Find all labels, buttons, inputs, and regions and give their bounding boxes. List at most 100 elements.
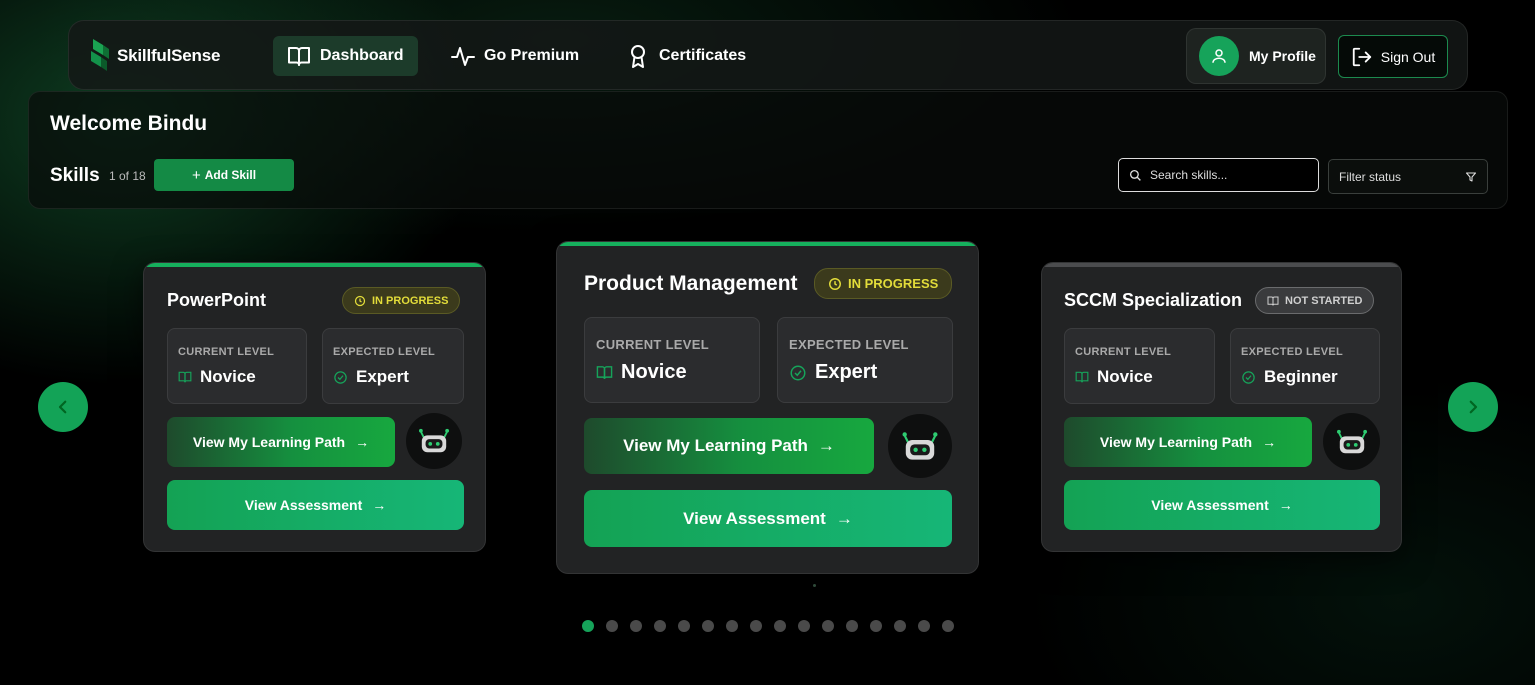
view-learning-path-label: View My Learning Path	[623, 436, 808, 455]
search-input[interactable]: Search skills...	[1118, 158, 1319, 192]
pagination-dot[interactable]	[702, 620, 714, 632]
nav-go-premium[interactable]: Go Premium	[437, 36, 593, 76]
expected-level-value: Expert	[333, 367, 409, 387]
card-accent-bar	[1042, 263, 1401, 267]
filter-status-label: Filter status	[1339, 169, 1402, 184]
my-profile-label: My Profile	[1249, 48, 1316, 64]
view-learning-path-label: View My Learning Path	[192, 434, 346, 450]
pagination-dot[interactable]	[630, 620, 642, 632]
expected-level-text: Expert	[356, 367, 409, 386]
pagination-dot[interactable]	[678, 620, 690, 632]
ai-assistant-button[interactable]	[406, 413, 462, 469]
nav-dashboard[interactable]: Dashboard	[273, 36, 418, 76]
filter-status-select[interactable]: Filter status	[1328, 159, 1488, 194]
check-circle-icon	[334, 370, 347, 384]
view-learning-path-label: View My Learning Path	[1099, 434, 1253, 450]
arrow-right-icon: →	[1278, 497, 1293, 513]
carousel-next-button[interactable]	[1448, 382, 1498, 432]
pagination-dot[interactable]	[750, 620, 762, 632]
view-assessment-button[interactable]: View Assessment →	[1064, 480, 1380, 530]
arrow-right-icon: →	[372, 497, 387, 513]
current-level-text: Novice	[1097, 367, 1153, 386]
award-icon	[631, 45, 645, 68]
book-icon	[1267, 296, 1279, 306]
add-skill-button[interactable]: + Add Skill	[154, 159, 294, 191]
my-profile-button[interactable]: My Profile	[1186, 28, 1326, 84]
arrow-right-icon: →	[355, 434, 370, 450]
expected-level-label: EXPECTED LEVEL	[789, 337, 909, 352]
check-circle-icon	[790, 365, 806, 380]
carousel-pagination	[582, 620, 954, 632]
pagination-dot[interactable]	[942, 620, 954, 632]
skills-count: 1 of 18	[109, 169, 146, 183]
logo-icon	[91, 39, 109, 71]
view-assessment-label: View Assessment	[1151, 497, 1269, 513]
expected-level-box: EXPECTED LEVEL Beginner	[1230, 328, 1380, 404]
nav-dashboard-label: Dashboard	[320, 47, 404, 64]
pagination-dot[interactable]	[918, 620, 930, 632]
expected-level-text: Expert	[815, 361, 878, 383]
current-level-label: CURRENT LEVEL	[596, 337, 709, 352]
status-badge-label: NOT STARTED	[1285, 294, 1363, 307]
pagination-dot[interactable]	[654, 620, 666, 632]
search-placeholder: Search skills...	[1150, 168, 1228, 182]
clock-icon	[354, 295, 366, 306]
expected-level-box: EXPECTED LEVEL Expert	[777, 317, 953, 403]
view-learning-path-button[interactable]: View My Learning Path →	[584, 418, 874, 474]
skill-card-title: SCCM Specialization	[1064, 290, 1243, 310]
arrow-right-icon: →	[835, 508, 853, 528]
status-badge-label: IN PROGRESS	[848, 276, 939, 291]
current-level-text: Novice	[200, 367, 256, 386]
robot-icon	[902, 431, 938, 460]
pagination-dot[interactable]	[822, 620, 834, 632]
pagination-dot[interactable]	[846, 620, 858, 632]
sign-out-button[interactable]: Sign Out	[1338, 35, 1448, 78]
search-icon	[1129, 169, 1141, 181]
view-assessment-button[interactable]: View Assessment →	[167, 480, 464, 530]
robot-icon	[1336, 429, 1367, 453]
expected-level-text: Beginner	[1264, 367, 1338, 386]
user-icon	[1212, 49, 1226, 63]
nav-go-premium-label: Go Premium	[484, 47, 580, 64]
pagination-dot[interactable]	[870, 620, 882, 632]
book-icon	[1075, 371, 1089, 383]
arrow-right-icon: →	[817, 436, 835, 455]
current-level-box: CURRENT LEVEL Novice	[1064, 328, 1215, 404]
skill-card-title: Product Management	[584, 272, 798, 295]
skill-card: PowerPoint IN PROGRESS CURRENT LEVEL Nov…	[143, 262, 486, 552]
card-accent-bar	[557, 242, 978, 246]
skills-header-panel: Welcome Bindu Skills 1 of 18 + Add Skill…	[28, 91, 1508, 209]
ai-assistant-button[interactable]	[888, 414, 952, 478]
pagination-dot[interactable]	[798, 620, 810, 632]
pagination-dot[interactable]	[582, 620, 594, 632]
top-navbar: SkillfulSense Dashboard Go Premium Certi…	[68, 20, 1468, 90]
pagination-dot[interactable]	[774, 620, 786, 632]
skill-card: SCCM Specialization NOT STARTED CURRENT …	[1041, 262, 1402, 552]
nav-certificates[interactable]: Certificates	[612, 36, 760, 76]
pagination-dot[interactable]	[894, 620, 906, 632]
pagination-dot[interactable]	[726, 620, 738, 632]
status-badge: IN PROGRESS	[342, 287, 461, 314]
book-icon	[596, 366, 613, 380]
add-skill-label: Add Skill	[204, 168, 257, 182]
decorative-dot	[813, 584, 816, 587]
sign-out-label: Sign Out	[1380, 48, 1436, 65]
status-badge: IN PROGRESS	[814, 268, 953, 299]
view-assessment-button[interactable]: View Assessment →	[584, 490, 952, 547]
view-assessment-label: View Assessment	[244, 497, 363, 513]
activity-icon	[451, 47, 475, 66]
carousel-prev-button[interactable]	[38, 382, 88, 432]
view-learning-path-button[interactable]: View My Learning Path →	[167, 417, 395, 467]
brand-logo[interactable]: SkillfulSense	[89, 37, 220, 75]
pagination-dot[interactable]	[606, 620, 618, 632]
expected-level-value: Beginner	[1241, 367, 1338, 387]
check-circle-icon	[1242, 370, 1255, 384]
current-level-label: CURRENT LEVEL	[178, 346, 275, 358]
expected-level-label: EXPECTED LEVEL	[1241, 346, 1343, 358]
ai-assistant-button[interactable]	[1323, 413, 1380, 470]
filter-icon	[1465, 171, 1477, 182]
view-learning-path-button[interactable]: View My Learning Path →	[1064, 417, 1312, 467]
expected-level-box: EXPECTED LEVEL Expert	[322, 328, 464, 404]
current-level-value: Novice	[1075, 367, 1153, 387]
clock-icon	[829, 277, 841, 290]
